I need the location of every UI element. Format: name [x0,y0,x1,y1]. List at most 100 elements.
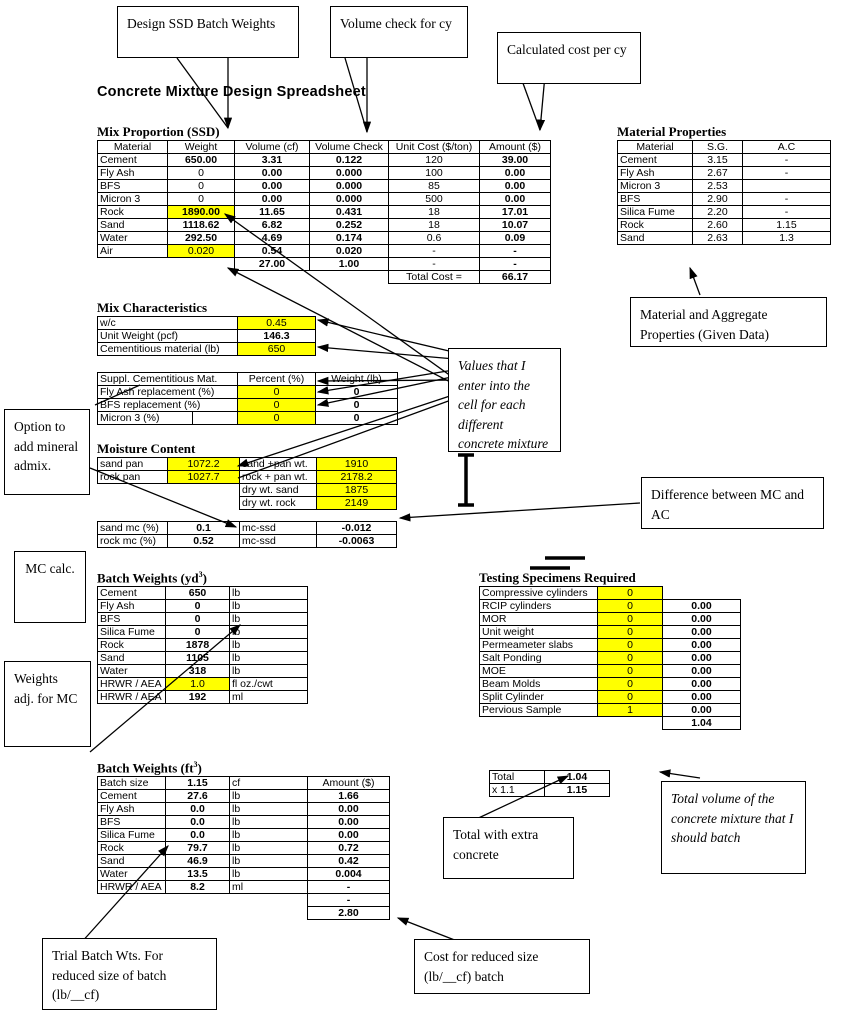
specimen-count[interactable]: 0 [597,664,663,678]
specific-gravity-cell[interactable]: 3.15 [692,153,743,167]
absorption-capacity-cell[interactable]: - [742,205,831,219]
unit-cost-cell[interactable]: 18 [388,218,480,232]
specimen-amount: 0.00 [662,664,741,678]
specimen-count[interactable]: 0 [597,599,663,613]
unit-cost-cell[interactable]: 0.6 [388,231,480,245]
absorption-capacity-cell[interactable]: - [742,166,831,180]
specimen-count[interactable]: 0 [597,677,663,691]
batch-unit: ml [229,690,308,704]
table-row: HRWR / AEA 8.2 ml - [97,880,390,894]
material-label: Sand [617,231,693,245]
specific-gravity-cell[interactable]: 2.53 [692,179,743,193]
mix-characteristics-table: w/c 0.45 Unit Weight (pcf) 146.3 Cementitiou… [97,316,316,356]
weight-cell[interactable]: 650.00 [167,153,235,167]
batch-unit: lb [229,586,308,600]
batch-value: 318 [165,664,230,678]
moisture-value[interactable]: 1910 [316,457,397,471]
weight-cell[interactable]: 1890.00 [167,205,235,219]
table-row: x 1.1 1.15 [489,783,610,797]
material-label: BFS [617,192,693,206]
weight-cell[interactable]: 0 [167,192,235,206]
callout-cost-reduced: Cost for reduced size (lb/__cf) batch [414,939,590,994]
moisture-value[interactable]: 1027.7 [167,470,240,484]
unit-cost-cell[interactable]: - [388,244,480,258]
weight-cell[interactable]: 0 [167,166,235,180]
batch-unit: fl oz./cwt [229,677,308,691]
specific-gravity-cell[interactable]: 2.60 [692,218,743,232]
specimen-amount: 0.00 [662,625,741,639]
specific-gravity-cell[interactable]: 2.63 [692,231,743,245]
batch-value: 0 [165,612,230,626]
characteristic-label: Unit Weight (pcf) [97,329,238,343]
characteristic-value[interactable]: 650 [237,342,316,356]
weight-cell[interactable]: 0.020 [167,244,235,258]
unit-cost-cell[interactable]: 100 [388,166,480,180]
specific-gravity-cell[interactable]: 2.67 [692,166,743,180]
scm-percent-cell[interactable]: 0 [237,398,316,412]
batch-unit: ml [229,880,308,894]
batch-material-label: Sand [97,651,166,665]
specimen-count[interactable]: 0 [597,612,663,626]
table-row: RCIP cylinders 0 0.00 [479,599,741,613]
absorption-capacity-cell[interactable]: - [742,192,831,206]
batch-weights-yd3-title: Batch Weights (yd3) [97,570,207,586]
moisture-value[interactable]: 1875 [316,483,397,497]
table-row: Fly Ash 0 lb [97,599,308,613]
moisture-value[interactable]: 2149 [316,496,397,510]
spacer [98,271,168,284]
volume-check-cell: 0.431 [309,205,389,219]
batch-unit: lb [229,828,308,842]
batch-material-label: Batch size [97,776,166,790]
specimen-amount: 0.00 [662,690,741,704]
table-row: Cement 27.6 lb 1.66 [97,789,390,803]
spacer [598,717,663,730]
mc-label: sand mc (%) [97,521,168,535]
unit-cost-cell[interactable]: 500 [388,192,480,206]
specimen-count[interactable]: 1 [597,703,663,717]
specimen-count[interactable]: 0 [597,651,663,665]
scm-percent-cell[interactable]: 0 [237,411,316,425]
weight-cell[interactable]: 0 [167,179,235,193]
batch-value: 0.0 [165,815,230,829]
batch-value: 192 [165,690,230,704]
specimen-count[interactable]: 0 [597,638,663,652]
column-header: Suppl. Cementitious Mat. [97,372,238,386]
table-row: Water 292.50 4.69 0.174 0.6 0.09 [97,231,551,245]
absorption-capacity-cell[interactable]: 1.15 [742,218,831,232]
sum-row: 1.04 [480,716,741,730]
unit-cost-cell[interactable]: 85 [388,179,480,193]
weight-cell[interactable]: 292.50 [167,231,235,245]
specimen-count[interactable]: 0 [597,690,663,704]
batch-value: 46.9 [165,854,230,868]
specific-gravity-cell[interactable]: 2.90 [692,192,743,206]
specimen-count[interactable]: 0 [597,586,663,600]
material-label: Rock [617,218,693,232]
moisture-value[interactable]: 1072.2 [167,457,240,471]
unit-cost-cell[interactable]: 120 [388,153,480,167]
batch-value[interactable]: 1.0 [165,677,230,691]
absorption-capacity-cell[interactable]: - [742,153,831,167]
absorption-capacity-cell[interactable] [742,179,831,193]
batch-unit: lb [229,651,308,665]
batch-value[interactable]: 1.15 [165,776,230,790]
weight-cell[interactable]: 1118.62 [167,218,235,232]
absorption-capacity-cell[interactable]: 1.3 [742,231,831,245]
moisture-value[interactable]: 2178.2 [316,470,397,484]
batch-amount: 0.72 [307,841,390,855]
specimen-count[interactable]: 0 [597,625,663,639]
table-row: rock mc (%) 0.52 mc-ssd -0.0063 [97,534,397,548]
table-row: BFS replacement (%) 0 0 [97,398,398,412]
batch-value: 0.0 [165,802,230,816]
mix-proportion-title: Mix Proportion (SSD) [97,124,220,139]
batch-value: 27.6 [165,789,230,803]
batch-weights-ft3-table: Batch size 1.15 cf Amount ($) Cement 27.6 lb 1.… [97,776,390,920]
specific-gravity-cell[interactable]: 2.20 [692,205,743,219]
table-row: Permeameter slabs 0 0.00 [479,638,741,652]
volume-cell: 3.31 [234,153,310,167]
characteristic-value[interactable]: 0.45 [237,316,316,330]
batch-unit: lb [229,612,308,626]
moisture-label: sand +pan wt. [239,457,317,471]
table-row: Cementitious material (lb) 650 [97,342,316,356]
scm-percent-cell[interactable]: 0 [237,385,316,399]
unit-cost-cell[interactable]: 18 [388,205,480,219]
